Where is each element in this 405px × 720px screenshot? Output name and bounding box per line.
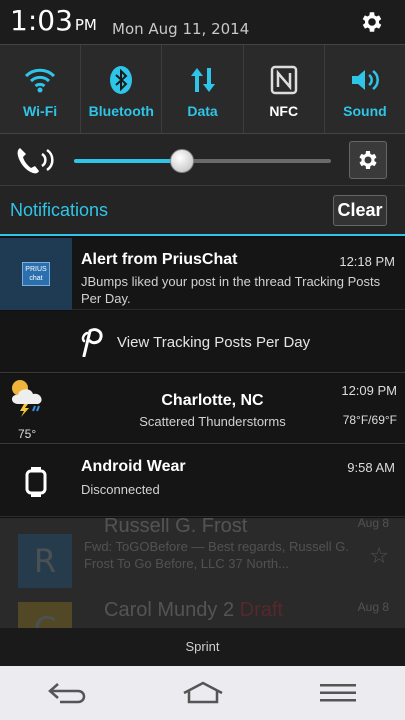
toggle-label: Wi-Fi <box>23 103 58 119</box>
toggle-label: Sound <box>343 103 387 119</box>
volume-slider[interactable] <box>74 149 331 173</box>
notifications-header: Notifications Clear <box>0 186 405 236</box>
gear-icon <box>359 151 377 169</box>
volume-slider-thumb[interactable] <box>170 149 194 173</box>
home-icon <box>182 681 223 704</box>
message-count: 2 <box>222 599 235 621</box>
notification-action-label: View Tracking Posts Per Day <box>117 334 311 351</box>
list-item: R Russell G. Frost Aug 8 Fwd: ToGOBefore… <box>0 518 405 598</box>
toggle-data[interactable]: Data <box>162 45 244 133</box>
sound-icon <box>351 69 379 91</box>
clock: 1:03 PM <box>10 4 97 37</box>
notification-weather[interactable]: 75° Charlotte, NC Scattered Thunderstorm… <box>0 374 405 444</box>
sender-name-text: Carol Mundy <box>104 599 218 621</box>
watch-icon <box>25 467 47 497</box>
notification-body: Disconnected <box>81 482 160 497</box>
notification-priuschat[interactable]: PRIUS chat Alert from PriusChat 12:18 PM… <box>0 238 405 310</box>
toggle-nfc[interactable]: NFC <box>244 45 325 133</box>
list-item: C Carol Mundy 2 Draft Aug 8 <box>0 598 405 628</box>
carrier-label: Sprint <box>0 628 405 666</box>
message-snippet: Fwd: ToGOBefore — Best regards, Russell … <box>84 539 349 571</box>
volume-row <box>0 134 405 186</box>
notification-android-wear[interactable]: Android Wear 9:58 AM Disconnected <box>0 445 405 517</box>
notification-title: Alert from PriusChat <box>81 251 238 268</box>
notification-time: 12:18 PM <box>339 254 395 269</box>
message-date: Aug 8 <box>357 600 389 614</box>
toggle-label: NFC <box>269 103 299 119</box>
notification-time: 12:09 PM <box>341 383 397 398</box>
clock-time: 1:03 <box>10 4 73 37</box>
toggle-label: Bluetooth <box>88 103 154 119</box>
notification-action-view-thread[interactable]: View Tracking Posts Per Day <box>0 311 405 373</box>
draft-label: Draft <box>239 599 283 621</box>
wifi-icon <box>25 68 56 93</box>
nfc-icon <box>270 65 297 95</box>
priuschat-logo-mark: PRIUS chat <box>22 262 50 286</box>
volume-settings-button[interactable] <box>349 141 387 179</box>
date-label: Mon Aug 11, 2014 <box>112 20 250 38</box>
weather-high-low: 78°F/69°F <box>342 413 397 427</box>
gear-icon[interactable] <box>359 9 385 35</box>
notifications-title: Notifications <box>10 200 109 220</box>
toggle-label: Data <box>187 103 218 119</box>
current-temperature: 75° <box>18 427 37 441</box>
avatar: R <box>18 534 72 588</box>
notification-title: Android Wear <box>81 458 186 475</box>
back-icon <box>47 683 85 704</box>
pinterest-style-p-icon <box>81 328 103 357</box>
volume-slider-fill <box>74 159 182 163</box>
menu-button[interactable] <box>298 666 378 720</box>
data-icon <box>190 68 215 92</box>
toggle-wifi[interactable]: Wi-Fi <box>0 45 82 133</box>
message-date: Aug 8 <box>357 518 389 530</box>
bluetooth-icon <box>110 66 133 94</box>
notification-time: 9:58 AM <box>347 460 395 475</box>
priuschat-logo: PRIUS chat <box>0 238 72 310</box>
toggle-sound[interactable]: Sound <box>325 45 405 133</box>
navigation-bar <box>0 666 405 720</box>
sender-name: Russell G. Frost <box>104 518 248 537</box>
toggle-bluetooth[interactable]: Bluetooth <box>81 45 163 133</box>
background-app: R Russell G. Frost Aug 8 Fwd: ToGOBefore… <box>0 518 405 628</box>
clock-ampm: PM <box>74 16 97 34</box>
star-icon: ☆ <box>369 544 389 569</box>
clear-button[interactable]: Clear <box>333 195 387 226</box>
notification-body: JBumps liked your post in the thread Tra… <box>81 274 381 306</box>
home-button[interactable] <box>163 666 243 720</box>
ringer-icon[interactable] <box>14 144 56 176</box>
back-button[interactable] <box>28 666 108 720</box>
quick-settings: Wi-Fi Bluetooth Data NFC Sound <box>0 44 405 134</box>
avatar: C <box>18 602 72 628</box>
menu-icon <box>319 684 356 702</box>
status-bar: 1:03 PM Mon Aug 11, 2014 <box>0 0 405 44</box>
sender-name: Carol Mundy 2 Draft <box>104 599 283 622</box>
